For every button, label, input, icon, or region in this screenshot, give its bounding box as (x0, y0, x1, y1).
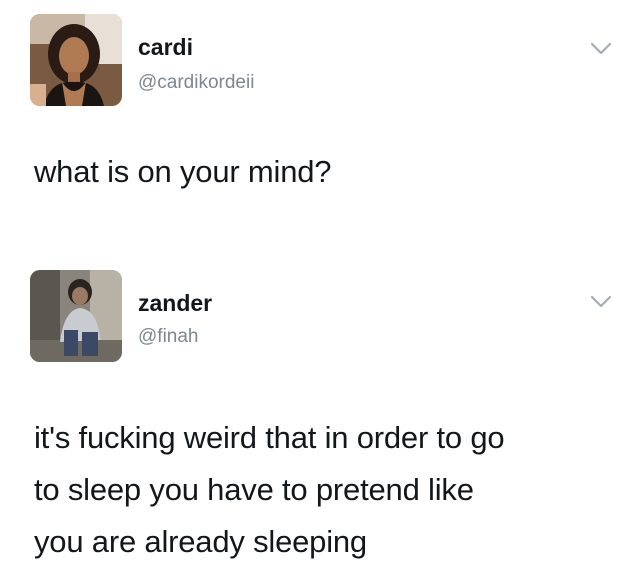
tweet-text: it's fucking weird that in order to go t… (34, 420, 505, 559)
tweet-card: zander @finah it's fucking weird that in… (0, 262, 640, 568)
display-name[interactable]: cardi (138, 34, 193, 61)
profile-photo-icon (30, 14, 122, 106)
tweet-text: what is on your mind? (34, 154, 332, 189)
display-name[interactable]: zander (138, 290, 212, 317)
profile-photo-icon (30, 270, 122, 362)
chevron-down-icon[interactable] (590, 42, 612, 56)
chevron-down-icon[interactable] (590, 295, 612, 309)
user-handle[interactable]: @finah (138, 326, 199, 348)
avatar[interactable] (30, 270, 122, 362)
user-handle[interactable]: @cardikordeii (138, 72, 254, 94)
tweet-card: cardi @cardikordeii what is on your mind… (0, 0, 640, 200)
avatar[interactable] (30, 14, 122, 106)
